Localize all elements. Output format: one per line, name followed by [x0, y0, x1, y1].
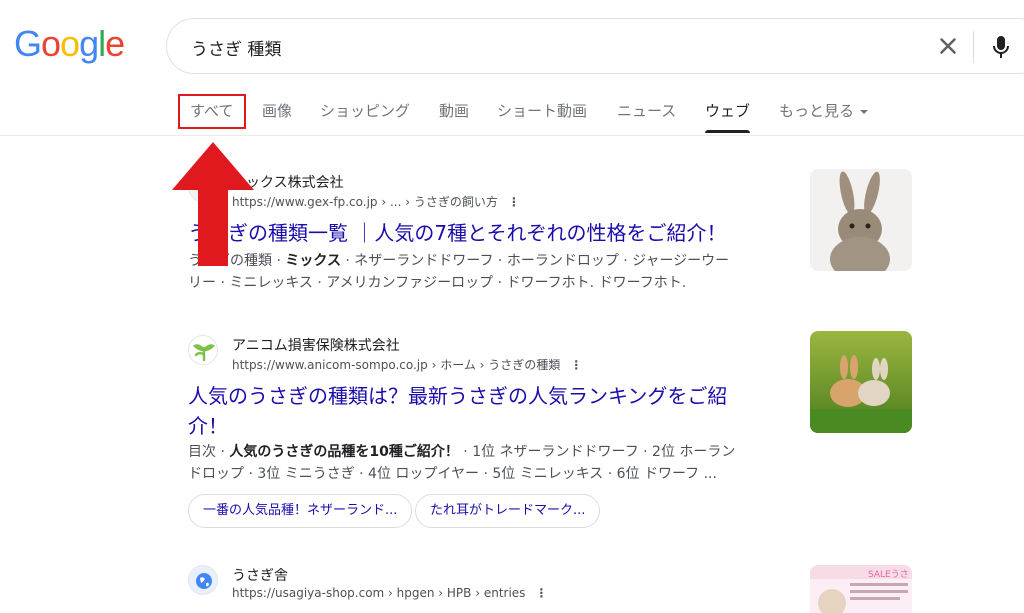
caret-down-icon — [860, 109, 869, 114]
globe-icon — [196, 573, 212, 589]
snippet-text: ドロップ · 3位 ミニうさぎ · 4位 ロップイヤー · 5位 ミニレッキス … — [188, 466, 717, 482]
site-url[interactable]: https://www.anicom-sompo.co.jp › ホーム › う… — [232, 356, 582, 373]
site-favicon — [188, 565, 218, 595]
tab-videos[interactable]: 動画 — [439, 100, 469, 121]
rabbit-thumbnail-image — [810, 169, 912, 271]
tab-more[interactable]: もっと見る — [779, 100, 869, 121]
mic-icon[interactable] — [989, 33, 1013, 61]
thumbnail-text: SALEうさ — [868, 570, 909, 580]
snippet-text: · 1位 ネザーランドドワーフ · 2位 ホーラン — [458, 444, 736, 460]
divider — [973, 31, 974, 63]
search-input[interactable]: うさぎ 種類 — [191, 35, 281, 60]
site-url-text: https://www.gex-fp.co.jp › ... › うさぎの飼い方 — [232, 195, 498, 209]
logo-letter: e — [105, 23, 125, 64]
title-line: 人気のうさぎの種類は？最新うさぎの人気ランキングをご紹 — [188, 384, 728, 408]
tab-images[interactable]: 画像 — [262, 100, 292, 121]
logo-letter: g — [79, 23, 99, 64]
site-url[interactable]: https://www.gex-fp.co.jp › ... › うさぎの飼い方… — [232, 193, 520, 210]
search-result: ニックス株式会社 https://www.gex-fp.co.jp › ... … — [188, 172, 798, 302]
site-name[interactable]: うさぎ舎 — [232, 565, 288, 585]
site-name[interactable]: アニコム損害保険株式会社 — [232, 335, 400, 355]
search-box[interactable]: うさぎ 種類 — [166, 18, 1024, 74]
highlight-box — [178, 94, 246, 129]
result-title-link[interactable]: 人気のうさぎの種類は？最新うさぎの人気ランキングをご紹 介！ — [188, 381, 798, 441]
close-icon[interactable] — [935, 33, 961, 59]
logo-letter: o — [41, 23, 61, 64]
search-result: うさぎ舎 https://usagiya-shop.com › hpgen › … — [188, 565, 798, 613]
google-logo[interactable]: Google — [14, 23, 125, 64]
tab-news[interactable]: ニュース — [617, 100, 676, 121]
snippet-text: 目次 · — [188, 444, 230, 460]
snippet-highlight: ミックス — [285, 253, 341, 269]
site-url-text: https://www.anicom-sompo.co.jp › ホーム › う… — [232, 358, 561, 372]
search-tabs: すべて 画像 ショッピング 動画 ショート動画 ニュース ウェブ もっと見る — [0, 92, 1024, 136]
result-title-link[interactable]: うさぎの種類一覧 ｜人気の7種とそれぞれの性格をご紹介！ — [188, 218, 798, 248]
more-vert-icon[interactable]: ⋮ — [535, 586, 547, 600]
tab-short-videos[interactable]: ショート動画 — [497, 100, 587, 121]
result-snippet: うさぎの種類 · ミックス · ネザーランドドワーフ · ホーランドロップ · … — [188, 250, 798, 294]
more-vert-icon[interactable]: ⋮ — [570, 358, 582, 372]
search-result: アニコム損害保険株式会社 https://www.anicom-sompo.co… — [188, 335, 798, 535]
result-snippet: 目次 · 人気のうさぎの品種を10種ご紹介！ · 1位 ネザーランドドワーフ ·… — [188, 441, 798, 485]
snippet-text: · ネザーランドドワーフ · ホーランドロップ · ジャージーウー — [340, 253, 730, 269]
site-favicon — [188, 335, 218, 365]
tab-shopping[interactable]: ショッピング — [320, 100, 410, 121]
tab-more-label: もっと見る — [779, 102, 855, 120]
title-line: 介！ — [188, 414, 228, 438]
related-chip[interactable]: たれ耳がトレードマーク... — [415, 494, 601, 528]
up-arrow-icon — [172, 142, 254, 266]
more-vert-icon[interactable]: ⋮ — [508, 195, 520, 209]
result-thumbnail[interactable] — [810, 169, 912, 271]
result-thumbnail[interactable]: SALEうさ — [810, 565, 912, 613]
rabbits-thumbnail-image — [810, 331, 912, 433]
site-url-text: https://usagiya-shop.com › hpgen › HPB ›… — [232, 586, 526, 600]
related-chip[interactable]: 一番の人気品種！ネザーランド... — [188, 494, 413, 528]
related-chips: 一番の人気品種！ネザーランド... たれ耳がトレードマーク... — [188, 494, 798, 528]
logo-letter: o — [60, 23, 80, 64]
logo-letter: G — [14, 23, 42, 64]
result-thumbnail[interactable] — [810, 331, 912, 433]
leaf-icon — [192, 344, 216, 362]
site-url[interactable]: https://usagiya-shop.com › hpgen › HPB ›… — [232, 586, 547, 600]
tab-web[interactable]: ウェブ — [705, 100, 751, 133]
snippet-highlight: 人気のうさぎの品種を10種ご紹介！ — [229, 444, 459, 460]
snippet-text: リー · ミニレッキス · アメリカンファジーロップ · ドワーフホト. ドワー… — [188, 275, 687, 291]
